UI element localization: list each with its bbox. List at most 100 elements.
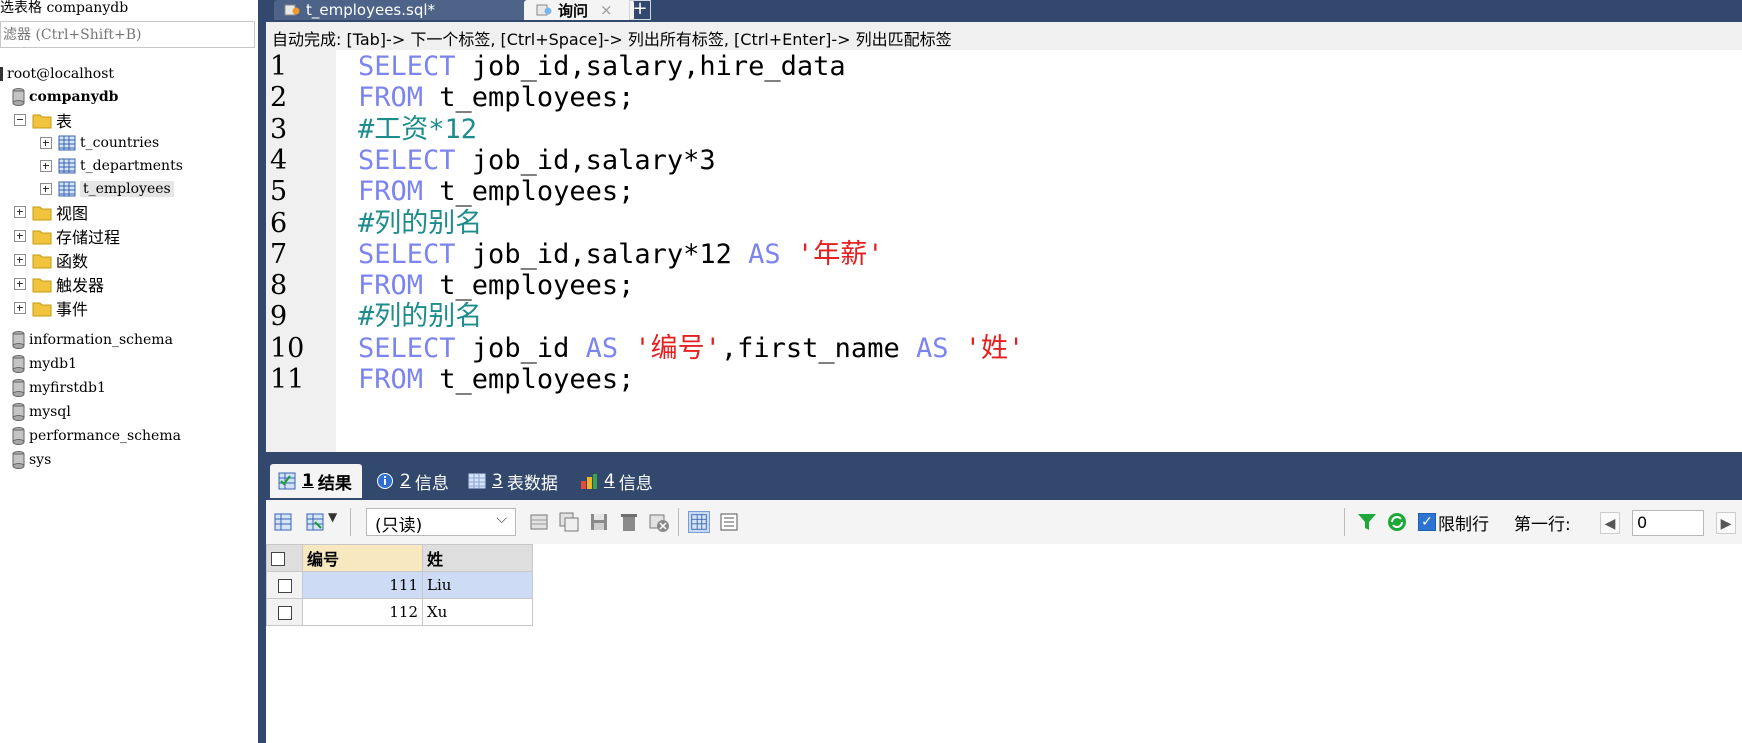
code-line[interactable]: 6 #列的别名 [266, 207, 1742, 241]
sql-text: job_id [455, 332, 586, 364]
code-line[interactable]: 7 SELECT job_id,salary*12 AS '年薪' [266, 238, 1742, 272]
duplicate-row-icon[interactable] [558, 511, 580, 533]
line-number: 9 [270, 301, 288, 333]
table-node-t-countries[interactable]: t_countries [40, 132, 159, 154]
database-node-performance-schema[interactable]: performance_schema [12, 425, 181, 447]
table-cell[interactable]: Liu [422, 571, 533, 599]
table-cell[interactable]: 112 [302, 598, 423, 626]
expand-icon[interactable] [40, 183, 52, 195]
sql-editor[interactable]: 1 SELECT job_id,salary,hire_data 2 FROM t_e… [266, 50, 1742, 452]
sql-comment: #列的别名 [358, 207, 483, 239]
cancel-changes-icon[interactable] [648, 511, 670, 533]
database-node-companydb[interactable]: companydb [12, 86, 118, 108]
filter-icon[interactable] [1356, 511, 1378, 533]
refresh-icon[interactable] [1386, 511, 1408, 533]
tab-info[interactable]: 4 信息 [572, 464, 662, 498]
database-node-mydb1[interactable]: mydb1 [12, 353, 77, 375]
row-checkbox[interactable] [266, 598, 303, 626]
folder-node-events[interactable]: 事件 [14, 297, 88, 319]
code-line[interactable]: 5 FROM t_employees; [266, 175, 1742, 209]
column-header[interactable]: 姓 [422, 544, 533, 572]
expand-icon[interactable] [14, 230, 26, 242]
folder-label: 触发器 [56, 276, 105, 295]
folder-node-procedures[interactable]: 存储过程 [14, 225, 120, 247]
tab-messages[interactable]: 2 信息 [368, 464, 454, 498]
database-node-mysql[interactable]: mysql [12, 401, 71, 423]
folder-icon [32, 230, 52, 245]
tab-label: 信息 [414, 473, 449, 494]
next-page-icon[interactable]: ▶ [1716, 512, 1736, 534]
column-header[interactable]: 编号 [302, 544, 423, 572]
folder-node-views[interactable]: 视图 [14, 201, 88, 223]
code-line[interactable]: 9 #列的别名 [266, 300, 1742, 334]
table-cell[interactable]: Xu [422, 598, 533, 626]
code-line[interactable]: 1 SELECT job_id,salary,hire_data [266, 50, 1742, 84]
new-tab-button[interactable]: + [629, 0, 651, 20]
database-node-information-schema[interactable]: information_schema [12, 329, 173, 351]
code-line[interactable]: 3 #工资*12 [266, 113, 1742, 147]
filter-input[interactable]: 滤器 (Ctrl+Shift+B) [0, 21, 255, 48]
expand-icon[interactable] [14, 302, 26, 314]
database-node-sys[interactable]: sys [12, 449, 51, 471]
tab-label: 信息 [618, 473, 653, 494]
row-checkbox[interactable] [266, 571, 303, 599]
tab-label: 询问 [558, 1, 589, 20]
code-text: #工资*12 [358, 113, 477, 147]
code-line[interactable]: 8 FROM t_employees; [266, 269, 1742, 303]
database-label: myfirstdb1 [29, 380, 106, 396]
tab-query[interactable]: 询问 × [524, 0, 634, 20]
table-node-t-departments[interactable]: t_departments [40, 155, 183, 177]
first-row-input[interactable]: 0 [1632, 510, 1704, 536]
code-line[interactable]: 2 FROM t_employees; [266, 81, 1742, 115]
select-all-checkbox[interactable] [266, 544, 303, 572]
panel-splitter[interactable] [258, 0, 266, 743]
table-icon [468, 473, 486, 489]
line-number: 4 [270, 144, 288, 176]
close-icon[interactable]: × [600, 1, 613, 19]
table-node-t-employees[interactable]: t_employees [40, 178, 174, 200]
table-cell[interactable]: 111 [302, 571, 423, 599]
code-line[interactable]: 4 SELECT job_id,salary*3 [266, 144, 1742, 178]
code-text: FROM t_employees; [358, 269, 634, 303]
connection-node[interactable]: root@localhost [0, 63, 114, 85]
collapse-icon[interactable] [14, 114, 26, 126]
tab-table-data[interactable]: 3 表数据 [460, 464, 566, 498]
code-line[interactable]: 11 FROM t_employees; [266, 363, 1742, 397]
folder-node-tables[interactable]: 表 [14, 109, 72, 131]
limit-rows-checkbox[interactable]: ✓ [1418, 513, 1436, 531]
delete-icon[interactable] [618, 511, 640, 533]
mode-select[interactable]: (只读) ⌵ [366, 508, 516, 536]
sql-keyword: AS [915, 332, 949, 364]
expand-icon[interactable] [14, 278, 26, 290]
folder-node-triggers[interactable]: 触发器 [14, 273, 104, 295]
export-icon[interactable] [272, 511, 294, 533]
add-row-icon[interactable] [528, 511, 550, 533]
folder-label: 存储过程 [56, 228, 121, 247]
connection-label: root@localhost [7, 66, 115, 82]
table-row[interactable]: 112 Xu [266, 598, 533, 626]
code-line[interactable]: 10 SELECT job_id AS '编号',first_name AS '姓… [266, 332, 1742, 366]
folder-icon [32, 206, 52, 221]
folder-icon [32, 114, 52, 129]
folder-icon [32, 302, 52, 317]
folder-node-functions[interactable]: 函数 [14, 249, 88, 271]
tab-t-employees-sql[interactable]: t_employees.sql* [274, 0, 526, 20]
previous-page-icon[interactable]: ◀ [1600, 512, 1620, 534]
import-icon[interactable] [304, 511, 326, 533]
table-row[interactable]: 111 Liu [266, 571, 533, 599]
save-icon[interactable] [588, 511, 610, 533]
expand-icon[interactable] [40, 160, 52, 172]
grid-view-icon[interactable] [688, 511, 710, 533]
sql-keyword: FROM [358, 82, 424, 114]
code-text: SELECT job_id,salary*3 [358, 144, 716, 178]
chevron-down-icon[interactable]: ▼ [328, 510, 337, 524]
expand-icon[interactable] [14, 206, 26, 218]
database-node-myfirstdb1[interactable]: myfirstdb1 [12, 377, 106, 399]
expand-icon[interactable] [14, 254, 26, 266]
tab-result[interactable]: 1 结果 [270, 464, 362, 498]
text-view-icon[interactable] [718, 511, 740, 533]
expand-icon[interactable] [40, 137, 52, 149]
sql-keyword: SELECT [358, 144, 456, 176]
